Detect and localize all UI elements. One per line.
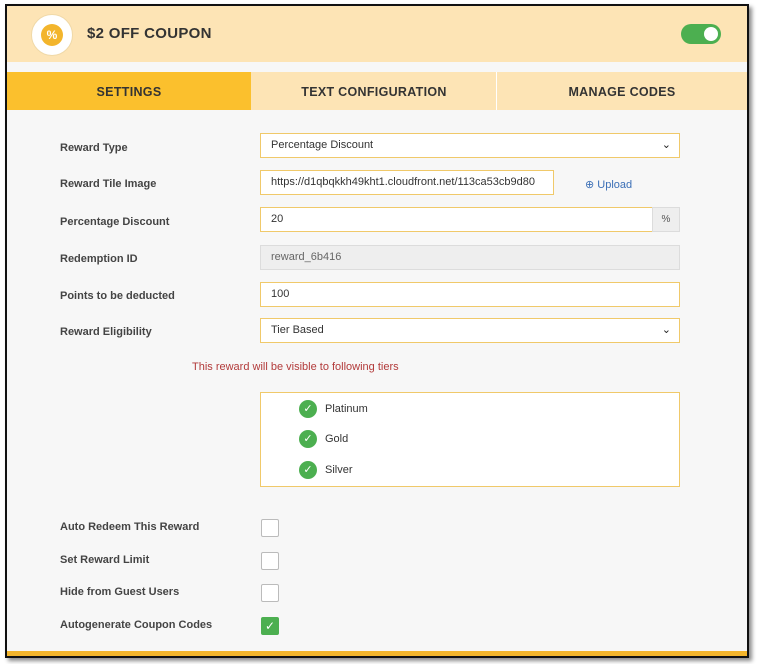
chevron-down-icon: ⌄ <box>661 324 671 336</box>
reward-enabled-toggle[interactable] <box>681 24 721 44</box>
eligibility-value: Tier Based <box>271 324 324 336</box>
tier-item-gold[interactable]: ✓ Gold <box>299 430 349 449</box>
percent-suffix: % <box>652 207 680 232</box>
reward-badge: % <box>31 14 73 56</box>
tab-settings[interactable]: SETTINGS <box>7 72 251 110</box>
tier-label: Gold <box>325 433 349 446</box>
reward-limit-checkbox[interactable] <box>261 552 279 570</box>
upload-label: Upload <box>597 179 633 191</box>
redemption-id-input: reward_6b416 <box>260 245 680 270</box>
reward-type-value: Percentage Discount <box>271 139 374 151</box>
percentage-discount-label: Percentage Discount <box>60 216 170 228</box>
check-circle-icon: ✓ <box>299 461 317 480</box>
tier-item-silver[interactable]: ✓ Silver <box>299 461 353 480</box>
hide-guest-label: Hide from Guest Users <box>60 586 180 598</box>
check-circle-icon: ✓ <box>299 430 317 449</box>
eligibility-label: Reward Eligibility <box>60 326 152 338</box>
bottom-accent-strip <box>7 651 747 656</box>
tile-image-url-input[interactable]: https://d1qbqkkh49kht1.cloudfront.net/11… <box>260 170 554 195</box>
percentage-discount-input[interactable]: 20 <box>260 207 653 232</box>
tier-label: Silver <box>325 464 353 477</box>
chevron-down-icon: ⌄ <box>661 139 671 151</box>
tab-manage-codes[interactable]: MANAGE CODES <box>497 72 747 110</box>
auto-redeem-label: Auto Redeem This Reward <box>60 521 200 533</box>
checkmark-icon: ✓ <box>264 619 276 633</box>
upload-link[interactable]: ⊕ Upload <box>585 178 632 191</box>
tier-item-platinum[interactable]: ✓ Platinum <box>299 400 368 419</box>
tier-list: ✓ Platinum ✓ Gold ✓ Silver <box>260 392 680 487</box>
autogenerate-codes-label: Autogenerate Coupon Codes <box>60 619 213 631</box>
auto-redeem-checkbox[interactable] <box>261 519 279 537</box>
reward-limit-label: Set Reward Limit <box>60 554 150 566</box>
tile-image-label: Reward Tile Image <box>60 178 157 190</box>
tiers-notice: This reward will be visible to following… <box>192 361 399 373</box>
tier-label: Platinum <box>325 403 368 416</box>
points-input[interactable]: 100 <box>260 282 680 307</box>
reward-type-select[interactable]: Percentage Discount ⌄ <box>260 133 680 158</box>
reward-title: $2 OFF COUPON <box>87 25 212 42</box>
reward-type-label: Reward Type <box>60 142 128 154</box>
autogenerate-codes-checkbox[interactable]: ✓ <box>261 617 279 635</box>
hide-guest-checkbox[interactable] <box>261 584 279 602</box>
check-circle-icon: ✓ <box>299 400 317 419</box>
points-label: Points to be deducted <box>60 290 175 302</box>
percent-badge-icon: % <box>41 24 63 46</box>
toggle-knob <box>704 27 718 41</box>
eligibility-select[interactable]: Tier Based ⌄ <box>260 318 680 343</box>
tab-text-configuration[interactable]: TEXT CONFIGURATION <box>252 72 496 110</box>
reward-editor-panel: % $2 OFF COUPON SETTINGS TEXT CONFIGURAT… <box>5 4 749 658</box>
redemption-id-label: Redemption ID <box>60 253 138 265</box>
tab-bar: SETTINGS TEXT CONFIGURATION MANAGE CODES <box>7 72 747 110</box>
upload-icon: ⊕ <box>585 179 595 191</box>
reward-header: % $2 OFF COUPON <box>7 6 747 62</box>
